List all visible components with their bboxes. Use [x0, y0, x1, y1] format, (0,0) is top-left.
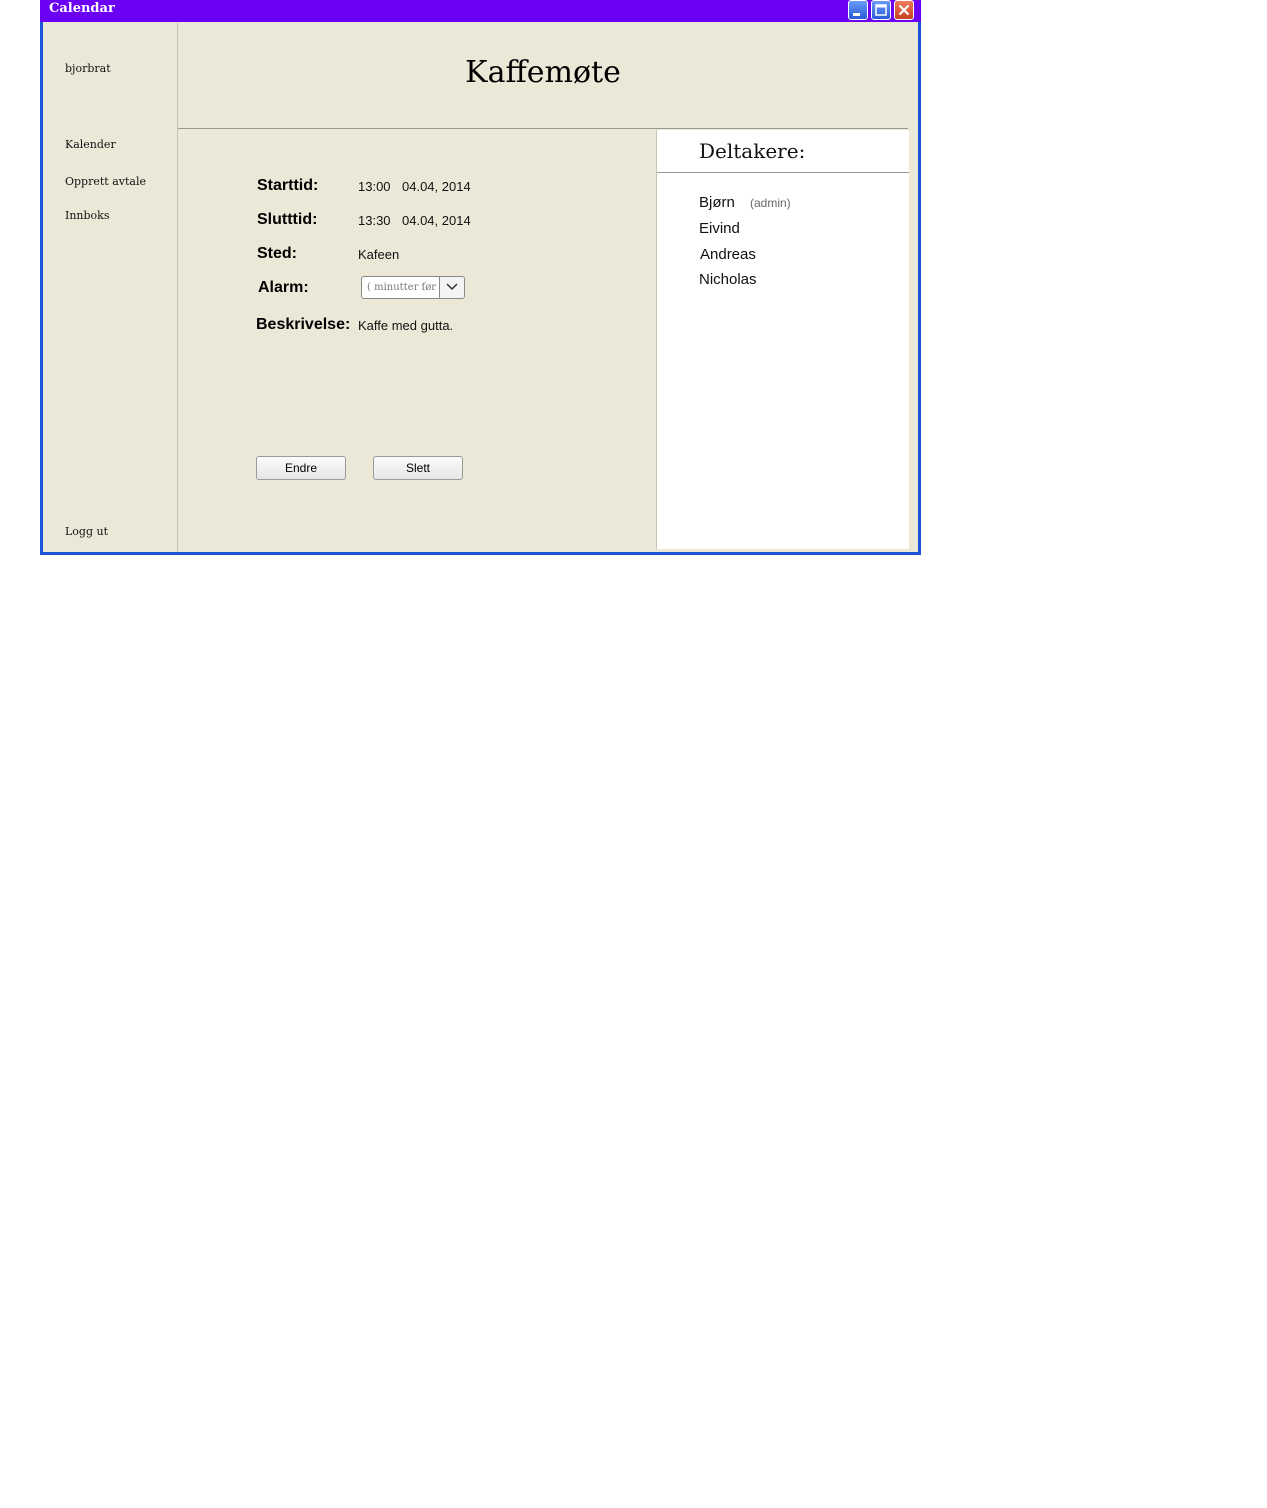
end-time-value: 13:30 — [358, 213, 391, 228]
alarm-placeholder: ( minutter før ) — [367, 282, 439, 293]
username-label: bjorbrat — [65, 62, 111, 75]
logout-link[interactable]: Logg ut — [65, 525, 108, 538]
page-title: Kaffemøte — [465, 55, 621, 90]
window-title: Calendar — [49, 1, 115, 16]
sidebar: bjorbrat Kalender Opprett avtale Innboks… — [43, 22, 178, 552]
start-date-value: 04.04, 2014 — [402, 179, 471, 194]
participants-title: Deltakere: — [699, 139, 806, 163]
end-time-label: Slutttid: — [257, 211, 318, 228]
edit-button[interactable]: Endre — [256, 456, 346, 480]
sidebar-item-innboks[interactable]: Innboks — [65, 209, 110, 222]
event-header: Kaffemøte — [178, 22, 908, 129]
description-value: Kaffe med gutta. — [358, 318, 454, 333]
calendar-window: Calendar bjorbrat Kalender Opprett avtal… — [40, 0, 921, 555]
alarm-label: Alarm: — [258, 279, 309, 296]
maximize-icon — [875, 4, 887, 16]
alarm-dropdown-button[interactable] — [439, 277, 464, 298]
chevron-down-icon — [446, 283, 458, 291]
participant-item: Eivind — [699, 220, 740, 237]
sidebar-item-opprett-avtale[interactable]: Opprett avtale — [65, 175, 146, 188]
participants-header: Deltakere: — [657, 130, 909, 173]
start-time-label: Starttid: — [257, 177, 319, 194]
delete-button[interactable]: Slett — [373, 456, 463, 480]
participant-item: Bjørn — [699, 194, 735, 211]
admin-badge: (admin) — [750, 196, 791, 210]
title-bar[interactable]: Calendar — [40, 0, 921, 22]
minimize-icon — [853, 13, 860, 16]
sidebar-item-kalender[interactable]: Kalender — [65, 138, 116, 151]
participant-item: Nicholas — [699, 271, 757, 288]
close-icon — [898, 4, 910, 16]
alarm-select[interactable]: ( minutter før ) — [361, 276, 465, 299]
start-time-value: 13:00 — [358, 179, 391, 194]
place-value: Kafeen — [358, 247, 400, 262]
close-button[interactable] — [894, 0, 914, 20]
event-details: Starttid: 13:00 04.04, 2014 Slutttid: 13… — [178, 130, 656, 552]
end-date-value: 04.04, 2014 — [402, 213, 471, 228]
participant-item: Andreas — [700, 246, 756, 263]
maximize-button[interactable] — [871, 0, 891, 20]
participants-panel: Deltakere: Bjørn (admin) Eivind Andreas … — [656, 130, 909, 549]
minimize-button[interactable] — [848, 0, 868, 20]
place-label: Sted: — [257, 245, 297, 262]
description-label: Beskrivelse: — [256, 316, 351, 333]
